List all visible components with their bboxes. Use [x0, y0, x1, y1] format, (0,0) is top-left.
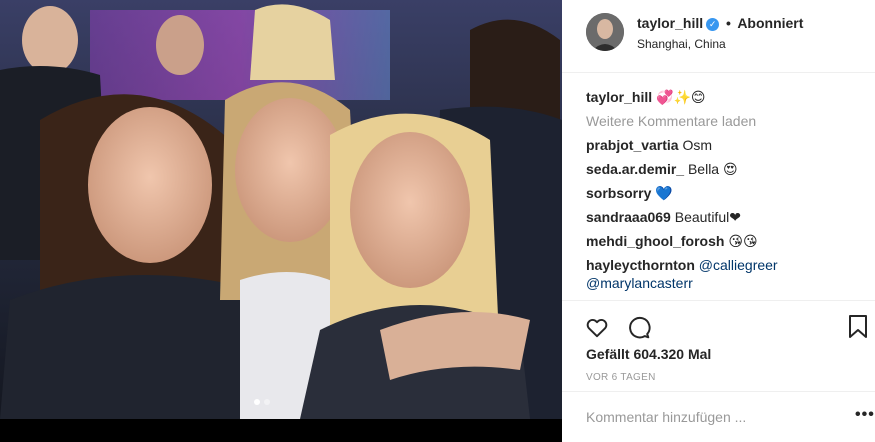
caption-username[interactable]: taylor_hill	[586, 89, 652, 105]
comment-item: hayleycthornton @calliegreer @marylancas…	[586, 253, 875, 292]
caption-text: 💞✨😊	[656, 89, 706, 105]
comments-list: taylor_hill 💞✨😊 Weitere Kommentare laden…	[586, 85, 875, 299]
comment-item: prabjot_vartia Osm	[586, 133, 875, 157]
follow-status-button[interactable]: Abonniert	[737, 15, 803, 31]
comment-username[interactable]: mehdi_ghool_forosh	[586, 233, 724, 249]
header-username[interactable]: taylor_hill	[637, 15, 703, 31]
header-separator: •	[726, 15, 731, 31]
comment-username[interactable]: sorbsorry	[586, 185, 651, 201]
avatar-image	[586, 13, 624, 51]
add-comment-input[interactable]: Kommentar hinzufügen ...	[586, 409, 746, 425]
post-actions: Gefällt 604.320 Mal VOR 6 TAGEN	[562, 300, 875, 392]
heart-outline-icon[interactable]	[584, 314, 610, 340]
carousel-dot	[254, 399, 260, 405]
comment-item: mehdi_ghool_forosh 😘😘	[586, 229, 875, 253]
photo-bottom-bar	[0, 419, 562, 442]
instagram-post: taylor_hill ✓ • Abonniert Shanghai, China…	[0, 0, 875, 442]
comment-username[interactable]: prabjot_vartia	[586, 137, 679, 153]
comment-text: Bella 😍	[687, 161, 738, 177]
avatar[interactable]	[586, 13, 624, 51]
location-link[interactable]: Shanghai, China	[637, 37, 726, 51]
bookmark-icon[interactable]	[847, 314, 869, 340]
load-more-comments-button[interactable]: Weitere Kommentare laden	[586, 109, 875, 133]
post-timestamp[interactable]: VOR 6 TAGEN	[586, 372, 656, 383]
post-header: taylor_hill ✓ • Abonniert Shanghai, China	[562, 0, 875, 73]
photo-illustration	[0, 0, 562, 419]
comment-text: Beautiful❤	[674, 209, 741, 225]
verified-badge-icon: ✓	[706, 18, 720, 31]
comment-item: sorbsorry 💙	[586, 181, 875, 205]
caption: taylor_hill 💞✨😊	[586, 85, 875, 109]
likes-count[interactable]: Gefällt 604.320 Mal	[586, 346, 711, 362]
post-photo[interactable]	[0, 0, 562, 419]
comment-item: seda.ar.demir_ Bella 😍	[586, 157, 875, 181]
comment-text: Osm	[682, 137, 713, 153]
comment-bubble-icon[interactable]	[625, 314, 651, 340]
carousel-dot	[264, 399, 270, 405]
header-line: taylor_hill ✓ • Abonniert	[637, 15, 803, 31]
post-sidebar: taylor_hill ✓ • Abonniert Shanghai, China…	[562, 0, 875, 442]
carousel-indicator	[254, 399, 270, 405]
comment-username[interactable]: sandraaa069	[586, 209, 671, 225]
comment-username[interactable]: seda.ar.demir_	[586, 161, 684, 177]
comment-text: 💙	[655, 185, 673, 201]
comment-text: 😘😘	[728, 233, 758, 249]
comment-username[interactable]: hayleycthornton	[586, 257, 695, 273]
comment-item: sandraaa069 Beautiful❤	[586, 205, 875, 229]
more-options-button[interactable]: •••	[855, 406, 875, 424]
